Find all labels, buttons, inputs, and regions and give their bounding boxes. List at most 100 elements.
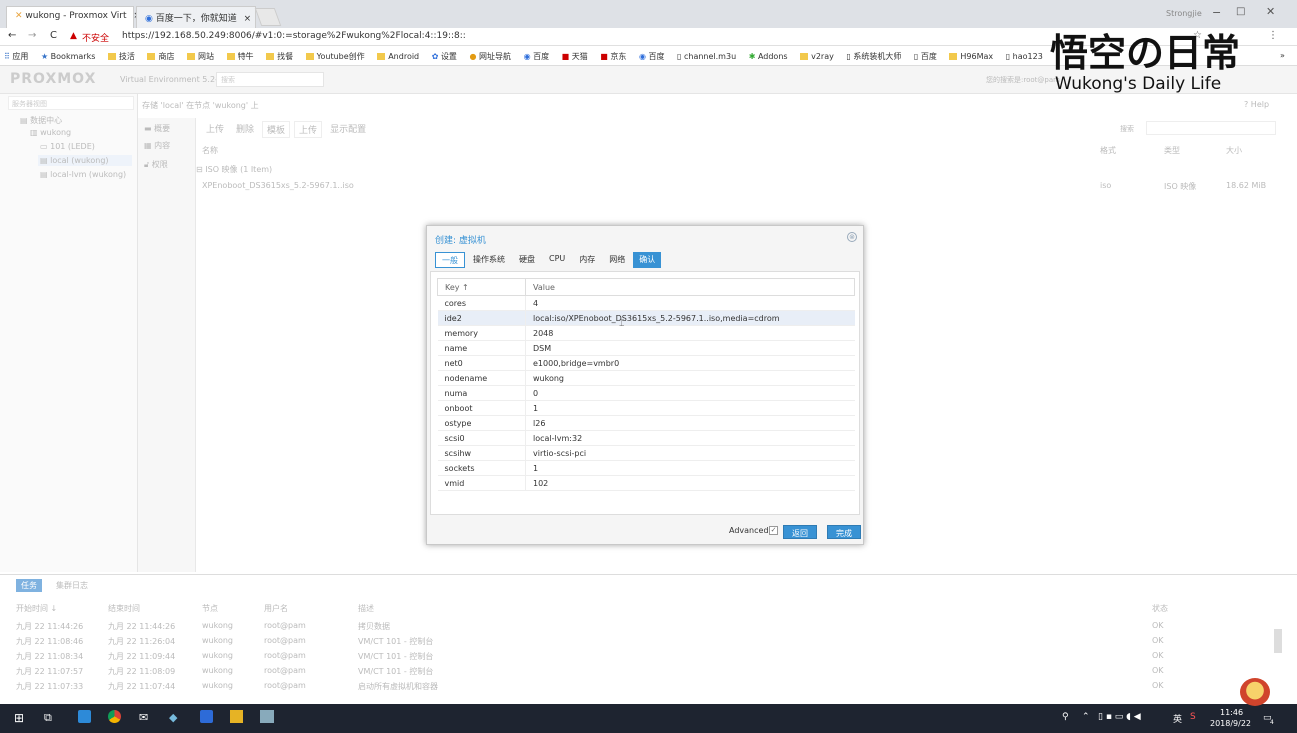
reload-icon[interactable]: C [50,30,57,41]
tab-baidu[interactable]: ◉ 百度一下，你就知道 × [136,6,256,28]
log-col-header[interactable]: 开始时间 ↓ [16,603,57,614]
tray-chevron-icon[interactable]: ⌃ [1082,712,1090,722]
tray-icons[interactable]: ▯ ▪ ▭ ◖ ◀ [1098,712,1141,722]
maximize-icon[interactable]: □ [1236,6,1245,17]
back-button[interactable]: 返回 [783,525,817,539]
table-row[interactable]: ide2 local:iso/XPEnoboot_DS3615xs_5.2-596… [437,310,855,326]
bookmark-item[interactable]: H96Max [949,52,993,61]
log-tab-cluster[interactable]: 集群日志 [56,580,88,591]
bookmark-item[interactable]: ▯ 系统装机大师 [846,51,901,62]
toolbar-upload-button[interactable]: 上传 [202,121,228,138]
bookmark-item[interactable]: 网站 [187,51,214,62]
table-row[interactable]: name DSM [437,340,855,356]
table-row[interactable]: cores 4 [437,295,855,311]
tab-general[interactable]: 一般 [435,252,465,268]
minimize-icon[interactable]: − [1212,6,1221,19]
tree-node-wukong[interactable]: ▥ wukong [30,128,71,137]
col-name[interactable]: 名称 [202,145,218,156]
log-scrollbar[interactable] [1274,629,1282,653]
table-row[interactable]: numa 0 [437,385,855,401]
back-icon[interactable]: ← [8,30,16,41]
toolbar-templates-button[interactable]: 模板 [262,121,291,138]
bookmark-item[interactable]: 商店 [147,51,174,62]
forward-icon[interactable]: → [28,30,36,41]
table-row[interactable]: sockets 1 [437,460,855,476]
submenu-summary[interactable]: ▬ 概要 [144,123,170,134]
table-row[interactable]: onboot 1 [437,400,855,416]
tree-datacenter[interactable]: ▤ 数据中心 [20,115,62,126]
log-col-header[interactable]: 状态 [1152,603,1168,614]
toolbar-upload2-button[interactable]: 上传 [294,121,323,138]
bookmark-item[interactable]: 找餐 [266,51,293,62]
tab-proxmox[interactable]: ✕ wukong - Proxmox Virt × [6,6,141,28]
table-row[interactable]: nodename wukong [437,370,855,386]
col-key[interactable]: Key ↑ [437,278,526,296]
bookmark-item[interactable]: ★ Bookmarks [41,52,95,61]
table-row[interactable]: scsihw virtio-scsi-pci [437,445,855,461]
table-row[interactable]: scsi0 local-lvm:32 [437,430,855,446]
bookmark-item[interactable]: Android [377,52,419,61]
table-row[interactable]: vmid 102 [437,475,855,491]
app-icon-3[interactable] [200,710,213,723]
table-row[interactable]: net0 e1000,bridge=vmbr0 [437,355,855,371]
tree-vm-101[interactable]: ▭ 101 (LEDE) [40,142,95,151]
bookmark-item[interactable]: ✿ 设置 [432,51,457,62]
sogou-icon[interactable]: S [1190,712,1196,722]
table-row[interactable]: memory 2048 [437,325,855,341]
url-input[interactable]: https://192.168.50.249:8006/#v1:0:=stora… [122,31,466,41]
tab-cpu[interactable]: CPU [543,252,571,268]
clock-date[interactable]: 2018/9/22 [1210,719,1251,728]
windows-start-icon[interactable]: ⊞ [14,711,24,725]
bookmark-item[interactable]: ▯ 百度 [914,51,937,62]
tab-memory[interactable]: 内存 [573,252,601,268]
view-select[interactable]: 服务器视图 [8,96,134,110]
chrome-icon[interactable] [108,710,121,723]
col-size[interactable]: 大小 [1226,145,1242,156]
col-type[interactable]: 类型 [1164,145,1180,156]
col-format[interactable]: 格式 [1100,145,1116,156]
new-tab-button[interactable] [254,8,282,26]
bookmark-item[interactable]: v2ray [800,52,834,61]
bookmark-item[interactable]: 特牛 [226,51,254,62]
bookmark-item[interactable]: 技活 [107,51,135,62]
people-icon[interactable]: ⚲ [1062,712,1069,722]
ime-indicator[interactable]: 英 [1173,712,1182,725]
bookmark-item[interactable]: ✱ Addons [749,52,788,61]
col-value[interactable]: Value [525,278,855,296]
tab-confirm[interactable]: 确认 [633,252,662,268]
close-window-icon[interactable]: ✕ [1266,5,1275,18]
tab-network[interactable]: 网络 [603,252,631,268]
content-search-input[interactable] [1146,121,1276,135]
log-col-header[interactable]: 结束时间 [108,603,140,614]
submenu-permissions[interactable]: 🔓︎ 权限 [144,159,168,170]
log-col-header[interactable]: 描述 [358,603,374,614]
tree-storage-local[interactable]: ▤ local (wukong) [38,155,132,166]
tab-disk[interactable]: 硬盘 [513,252,541,268]
bookmark-item[interactable]: ● 网址导航 [469,51,511,62]
bookmark-item[interactable]: Youtube创作 [305,51,365,62]
advanced-checkbox[interactable]: ✓ [769,526,778,535]
clock-time[interactable]: 11:46 [1220,708,1243,717]
toolbar-config-button[interactable]: 显示配置 [326,121,370,138]
bookmark-item[interactable]: ▯ channel.m3u [677,52,736,61]
bookmarks-more-icon[interactable]: » [1280,51,1285,60]
log-tab-tasks[interactable]: 任务 [16,579,42,592]
remote-desktop-icon[interactable] [260,710,274,723]
bookmark-item[interactable]: ▯ hao123 [1006,52,1043,61]
group-header[interactable]: ⊟ ISO 映像 (1 Item) [196,164,272,175]
finish-button[interactable]: 完成 [827,525,861,539]
tab-close-icon[interactable]: × [244,14,252,24]
app-icon-2[interactable]: ◆ [169,711,177,724]
toolbar-remove-button[interactable]: 删除 [232,121,258,138]
bookmark-item[interactable]: ⠿ 应用 [4,51,28,62]
menu-icon[interactable]: ⋮ [1268,30,1278,41]
close-icon[interactable]: ⊗ [847,232,857,242]
table-row[interactable]: ostype l26 [437,415,855,431]
tab-os[interactable]: 操作系统 [467,252,511,268]
log-col-header[interactable]: 节点 [202,603,218,614]
search-input[interactable]: 搜索 [216,72,324,87]
submenu-content[interactable]: ▦ 内容 [144,140,170,151]
bookmark-item[interactable]: ◉ 百度 [524,51,550,62]
bookmark-item[interactable]: ■ 天猫 [562,51,588,62]
app-icon-1[interactable] [78,710,91,723]
